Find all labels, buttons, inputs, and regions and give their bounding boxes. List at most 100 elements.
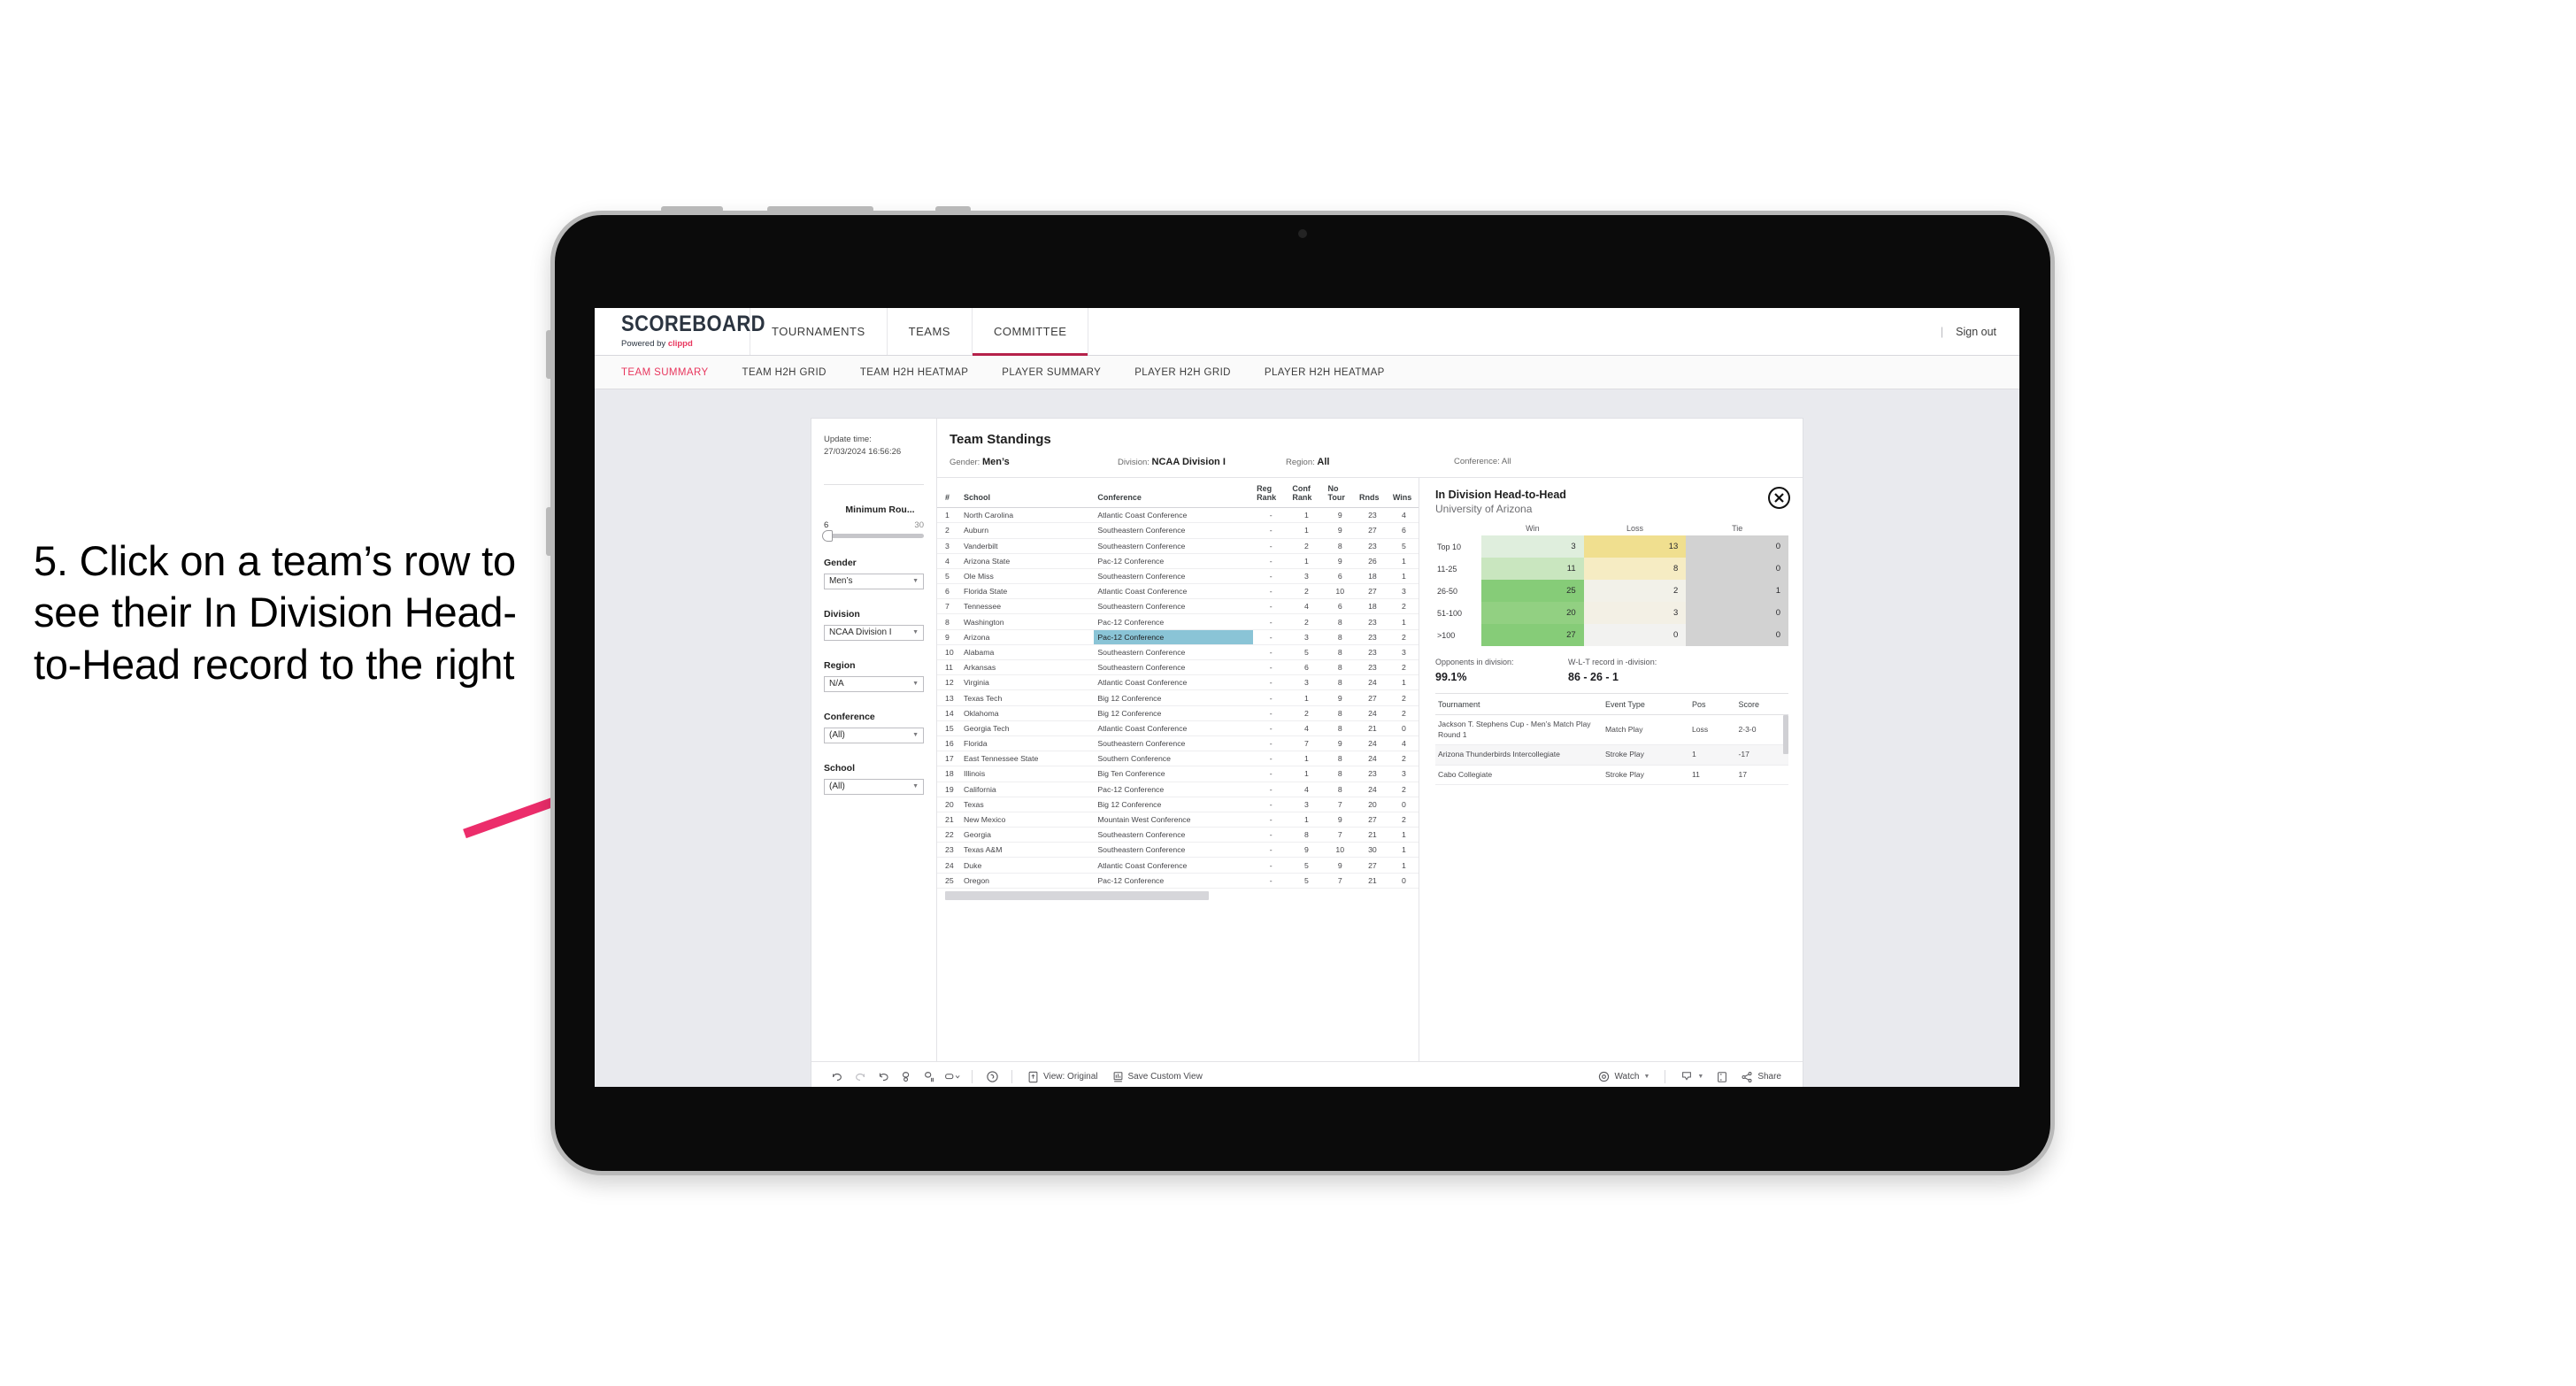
cell-conference: Southeastern Conference [1094, 827, 1254, 843]
tournament-row[interactable]: Arizona Thunderbirds Intercollegiate Stro… [1435, 744, 1788, 766]
horizontal-scrollbar-thumb[interactable] [945, 890, 1209, 900]
vertical-scrollbar-thumb[interactable] [1783, 715, 1788, 754]
table-row[interactable]: 17 East Tennessee State Southern Conferenc… [937, 751, 1419, 767]
heatmap-cell-loss[interactable]: 13 [1583, 535, 1687, 558]
table-row[interactable]: 6 Florida State Atlantic Coast Conference -… [937, 583, 1419, 600]
tournament-row[interactable]: Jackson T. Stephens Cup - Men’s Match Pl… [1435, 715, 1788, 746]
cell-conference: Big Ten Conference [1094, 766, 1254, 782]
tab-player-h2h-grid[interactable]: PLAYER H2H GRID [1134, 367, 1231, 378]
nav-tournaments[interactable]: TOURNAMENTS [750, 308, 888, 355]
cell-wins: 1 [1388, 553, 1419, 569]
minimum-rounds-slider[interactable] [822, 529, 924, 542]
cell-conference: Southeastern Conference [1094, 522, 1254, 539]
region-select[interactable]: N/A ▼ [824, 675, 924, 692]
table-row[interactable]: 21 New Mexico Mountain West Conference -1 9 2… [937, 812, 1419, 828]
watch-icon [1599, 1071, 1610, 1082]
cell-rnds: 23 [1356, 538, 1389, 554]
alert-icon[interactable] [980, 1067, 1003, 1087]
heatmap-cell-tie[interactable]: 0 [1686, 535, 1788, 558]
heatmap-cell-tie[interactable]: 0 [1686, 558, 1788, 580]
school-select[interactable]: (All) ▼ [824, 778, 924, 795]
table-row[interactable]: 4 Arizona State Pac-12 Conference -1 9 26 1 [937, 553, 1419, 569]
close-icon[interactable] [1768, 487, 1790, 509]
tab-team-h2h-heatmap[interactable]: TEAM H2H HEATMAP [860, 367, 968, 378]
watch-button[interactable]: Watch ▼ [1591, 1067, 1657, 1087]
gender-select[interactable]: Men’s ▼ [824, 573, 924, 589]
tournament-scroll-area[interactable]: Jackson T. Stephens Cup - Men’s Match Pl… [1435, 715, 1788, 786]
th-school[interactable]: School [960, 478, 1095, 509]
nav-committee[interactable]: COMMITTEE [972, 308, 1089, 356]
th-conference[interactable]: Conference [1094, 478, 1254, 509]
heatmap-cell-loss[interactable]: 3 [1583, 602, 1687, 624]
fullscreen-icon[interactable] [1711, 1067, 1734, 1087]
table-row[interactable]: 8 Washington Pac-12 Conference -2 8 23 1 [937, 613, 1419, 630]
refresh-icon[interactable] [895, 1067, 918, 1087]
th-no-tour[interactable]: No Tour [1324, 478, 1356, 509]
heatmap-cell-tie[interactable]: 1 [1686, 580, 1788, 602]
undo-icon[interactable] [826, 1067, 849, 1087]
table-row[interactable]: 2 Auburn Southeastern Conference -1 9 27 6 [937, 522, 1419, 539]
heatmap-cell-tie[interactable]: 0 [1686, 624, 1788, 646]
sign-out-link[interactable]: Sign out [1956, 326, 1996, 338]
table-row[interactable]: 13 Texas Tech Big 12 Conference -1 9 27 2 [937, 689, 1419, 706]
table-row[interactable]: 5 Ole Miss Southeastern Conference -3 6 18 1 [937, 568, 1419, 585]
table-row[interactable]: 18 Illinois Big Ten Conference -1 8 23 3 [937, 766, 1419, 782]
division-select[interactable]: NCAA Division I ▼ [824, 624, 924, 641]
cell-conference: Atlantic Coast Conference [1094, 674, 1254, 691]
heatmap-cell-loss[interactable]: 0 [1583, 624, 1687, 646]
th-reg-rank[interactable]: Reg Rank [1253, 478, 1289, 509]
summary-division-value: NCAA Division I [1151, 457, 1226, 467]
table-row[interactable]: 19 California Pac-12 Conference -4 8 24 2 [937, 782, 1419, 797]
tournament-row[interactable]: Cabo Collegiate Stroke Play 11 17 [1435, 765, 1788, 786]
table-row[interactable]: 25 Oregon Pac-12 Conference -5 7 21 0 [937, 873, 1419, 889]
heatmap-cell-loss[interactable]: 2 [1583, 580, 1687, 602]
cell-score: 17 [1735, 765, 1788, 786]
table-row[interactable]: 22 Georgia Southeastern Conference -8 7 21 1 [937, 827, 1419, 843]
th-wins[interactable]: Wins [1388, 478, 1419, 509]
table-row[interactable]: 24 Duke Atlantic Coast Conference -5 9 27 1 [937, 857, 1419, 874]
cell-reg-rank: - [1253, 644, 1289, 661]
table-row[interactable]: 12 Virginia Atlantic Coast Conference -3 8 24… [937, 674, 1419, 691]
table-row[interactable]: 10 Alabama Southeastern Conference -5 8 23 3 [937, 644, 1419, 661]
cell-reg-rank: - [1253, 598, 1289, 615]
tab-team-summary[interactable]: TEAM SUMMARY [621, 367, 709, 378]
redo-icon[interactable] [849, 1067, 872, 1087]
tab-player-h2h-heatmap[interactable]: PLAYER H2H HEATMAP [1265, 367, 1385, 378]
heatmap-cell-tie[interactable]: 0 [1686, 602, 1788, 624]
heatmap-cell-win[interactable]: 25 [1481, 580, 1584, 602]
th-rnds[interactable]: Rnds [1356, 478, 1389, 509]
cell-conf-rank: 5 [1288, 644, 1325, 661]
division-value: NCAA Division I [829, 628, 892, 637]
table-row[interactable]: 1 North Carolina Atlantic Coast Conference… [937, 507, 1419, 524]
download-button[interactable]: ▼ [1673, 1067, 1711, 1087]
pause-icon[interactable] [918, 1067, 941, 1087]
table-row[interactable]: 9 Arizona Pac-12 Conference -3 8 23 2 [937, 629, 1419, 645]
table-row[interactable]: 14 Oklahoma Big 12 Conference -2 8 24 2 [937, 705, 1419, 721]
heatmap-cell-win[interactable]: 27 [1481, 624, 1584, 646]
view-original-button[interactable]: View: Original [1020, 1067, 1105, 1087]
heatmap-cell-win[interactable]: 20 [1481, 602, 1584, 624]
table-row[interactable]: 23 Texas A&M Southeastern Conference -9 10 30… [937, 842, 1419, 859]
th-conf-rank[interactable]: Conf Rank [1288, 478, 1325, 509]
nav-teams[interactable]: TEAMS [888, 308, 973, 355]
highlight-icon[interactable] [941, 1067, 964, 1087]
share-button[interactable]: Share [1734, 1067, 1788, 1087]
horizontal-scrollbar-track[interactable] [937, 888, 1419, 904]
tab-team-h2h-grid[interactable]: TEAM H2H GRID [742, 367, 827, 378]
table-row[interactable]: 15 Georgia Tech Atlantic Coast Conference -… [937, 720, 1419, 736]
table-row[interactable]: 7 Tennessee Southeastern Conference -4 6 18 2 [937, 598, 1419, 615]
conference-select[interactable]: (All) ▼ [824, 727, 924, 743]
table-row[interactable]: 16 Florida Southeastern Conference -7 9 24 4 [937, 735, 1419, 752]
save-custom-view-button[interactable]: Save Custom View [1105, 1067, 1210, 1087]
heatmap-cell-win[interactable]: 11 [1481, 558, 1584, 580]
th-rank[interactable]: # [937, 478, 961, 509]
heatmap-cell-win[interactable]: 3 [1481, 535, 1584, 558]
slider-thumb[interactable] [822, 529, 833, 542]
cell-conf-rank: 2 [1288, 705, 1325, 721]
table-row[interactable]: 20 Texas Big 12 Conference -3 7 20 0 [937, 797, 1419, 812]
tab-player-summary[interactable]: PLAYER SUMMARY [1002, 367, 1101, 378]
table-row[interactable]: 11 Arkansas Southeastern Conference -6 8 23 2 [937, 659, 1419, 676]
heatmap-cell-loss[interactable]: 8 [1583, 558, 1687, 580]
table-row[interactable]: 3 Vanderbilt Southeastern Conference -2 8 23 5 [937, 538, 1419, 554]
revert-icon[interactable] [872, 1067, 895, 1087]
